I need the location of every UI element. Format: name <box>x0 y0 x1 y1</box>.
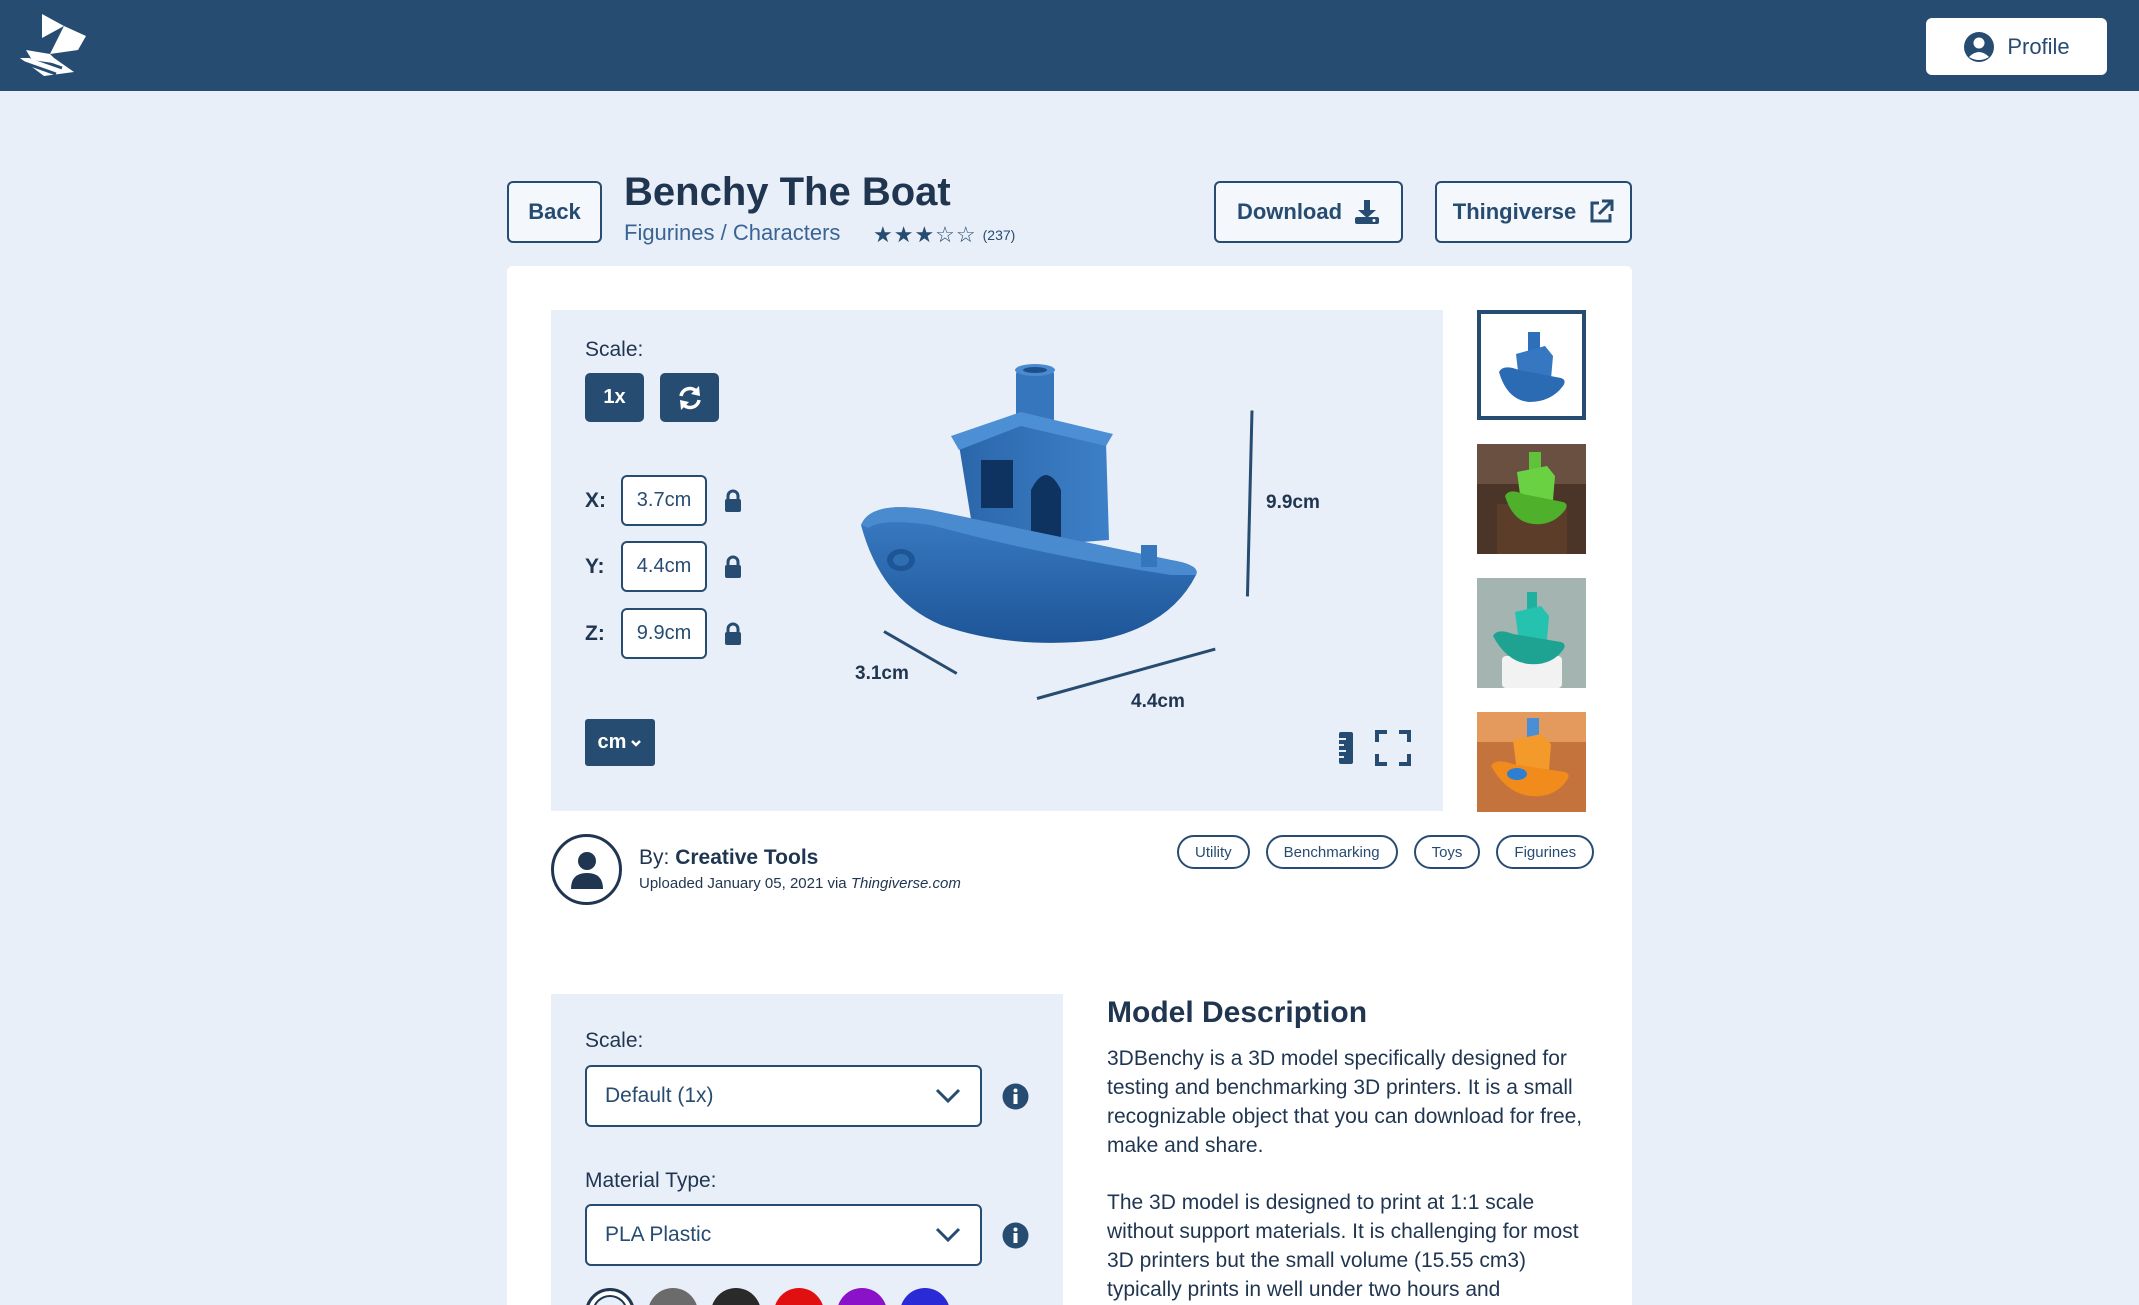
lock-icon[interactable] <box>723 489 743 513</box>
boat-3d-model <box>861 364 1197 643</box>
teal-benchy-image <box>1477 578 1586 688</box>
thumbnail-blue-benchy[interactable] <box>1477 310 1586 420</box>
tag-toys[interactable]: Toys <box>1413 835 1481 869</box>
dim-z-input[interactable]: 9.9cm <box>621 608 707 659</box>
unit-dropdown[interactable]: cm <box>585 719 655 766</box>
download-icon <box>1355 200 1380 224</box>
scale-select-value: Default (1x) <box>605 1084 714 1107</box>
dim-z-label: Z: <box>585 621 605 645</box>
rating-stars: ★★★☆☆ <box>873 222 977 247</box>
material-select-value: PLA Plastic <box>605 1223 712 1246</box>
order-scale-label: Scale: <box>585 1029 644 1052</box>
download-button[interactable]: Download <box>1214 181 1403 243</box>
color-swatch-red[interactable] <box>774 1288 824 1305</box>
description-paragraph-2: The 3D model is designed to print at 1:1… <box>1107 1191 1579 1301</box>
dim-row-y: Y: 4.4cm <box>585 541 743 592</box>
user-icon <box>570 851 603 889</box>
thumbnail-green-benchy[interactable] <box>1477 444 1586 554</box>
upload-date: Uploaded January 05, 2021 via <box>639 875 847 892</box>
lock-icon[interactable] <box>723 555 743 579</box>
dim-row-x: X: 3.7cm <box>585 475 743 526</box>
back-button[interactable]: Back <box>507 181 602 243</box>
author-avatar[interactable] <box>551 834 622 905</box>
chevron-down-icon <box>935 1088 961 1104</box>
color-swatch-blue[interactable] <box>900 1288 950 1305</box>
color-swatch-black[interactable] <box>711 1288 761 1305</box>
thumbnail-teal-benchy[interactable] <box>1477 578 1586 688</box>
width-dimension-label: 4.4cm <box>1131 691 1185 712</box>
fullscreen-icon[interactable] <box>1375 730 1411 766</box>
blue-benchy-image <box>1481 314 1582 416</box>
refresh-icon <box>678 385 701 410</box>
user-circle-icon <box>1964 31 1995 62</box>
by-prefix: By: <box>639 846 670 869</box>
author-name[interactable]: Creative Tools <box>675 846 818 869</box>
lock-icon[interactable] <box>723 622 743 646</box>
rating: ★★★☆☆ (237) <box>873 222 1015 248</box>
upload-info: Uploaded January 05, 2021 via Thingivers… <box>639 875 961 892</box>
green-benchy-image <box>1477 444 1586 554</box>
page-title: Benchy The Boat <box>624 170 951 214</box>
tag-utility[interactable]: Utility <box>1177 835 1250 869</box>
tag-list: Utility Benchmarking Toys Figurines <box>1177 835 1595 869</box>
description-title: Model Description <box>1107 996 1368 1029</box>
external-link-icon <box>1590 199 1614 223</box>
color-swatch-white[interactable] <box>585 1288 635 1305</box>
tag-figurines[interactable]: Figurines <box>1496 835 1595 869</box>
description-paragraph-1: 3DBenchy is a 3D model specifically desi… <box>1107 1047 1583 1157</box>
category-breadcrumb[interactable]: Figurines / Characters <box>624 220 840 246</box>
download-label: Download <box>1236 199 1343 224</box>
order-options-panel: Scale: Default (1x) Material Type: PLA P… <box>551 994 1063 1305</box>
top-navigation-bar: Profile <box>0 0 2139 91</box>
color-swatch-purple[interactable] <box>837 1288 887 1305</box>
height-dimension-label: 9.9cm <box>1266 492 1320 513</box>
author-line: By: Creative Tools <box>639 846 818 870</box>
material-type-label: Material Type: <box>585 1169 717 1192</box>
color-swatch-gray[interactable] <box>648 1288 698 1305</box>
reset-scale-button[interactable] <box>660 373 719 422</box>
rating-count: (237) <box>982 227 1016 243</box>
chevron-down-icon <box>935 1227 961 1243</box>
chevron-down-icon <box>631 739 642 747</box>
profile-button[interactable]: Profile <box>1926 18 2107 75</box>
unit-label: cm <box>597 731 627 753</box>
dim-row-z: Z: 9.9cm <box>585 608 743 659</box>
thumbnail-orange-benchy[interactable] <box>1477 712 1586 812</box>
thingiverse-label: Thingiverse <box>1452 199 1577 224</box>
orange-benchy-image <box>1477 712 1586 812</box>
scale-1x-button[interactable]: 1x <box>585 373 644 422</box>
tag-benchmarking[interactable]: Benchmarking <box>1265 835 1398 869</box>
info-icon[interactable] <box>1002 1083 1029 1110</box>
dim-y-label: Y: <box>585 554 605 578</box>
model-viewer[interactable]: Scale: 1x X: 3.7cm Y: 4.4cm Z: 9.9cm cm <box>551 310 1443 811</box>
dim-x-label: X: <box>585 488 606 512</box>
ruler-icon[interactable] <box>1328 730 1364 766</box>
app-logo-icon[interactable] <box>20 14 86 76</box>
upload-source[interactable]: Thingiverse.com <box>851 875 961 892</box>
depth-dimension-label: 3.1cm <box>855 663 909 684</box>
dim-y-input[interactable]: 4.4cm <box>621 541 707 592</box>
profile-label: Profile <box>2007 33 2070 59</box>
viewer-scale-label: Scale: <box>585 338 644 361</box>
scale-select[interactable]: Default (1x) <box>585 1065 982 1127</box>
material-select[interactable]: PLA Plastic <box>585 1204 982 1266</box>
dim-x-input[interactable]: 3.7cm <box>621 475 707 526</box>
thingiverse-button[interactable]: Thingiverse <box>1435 181 1632 243</box>
info-icon[interactable] <box>1002 1222 1029 1249</box>
